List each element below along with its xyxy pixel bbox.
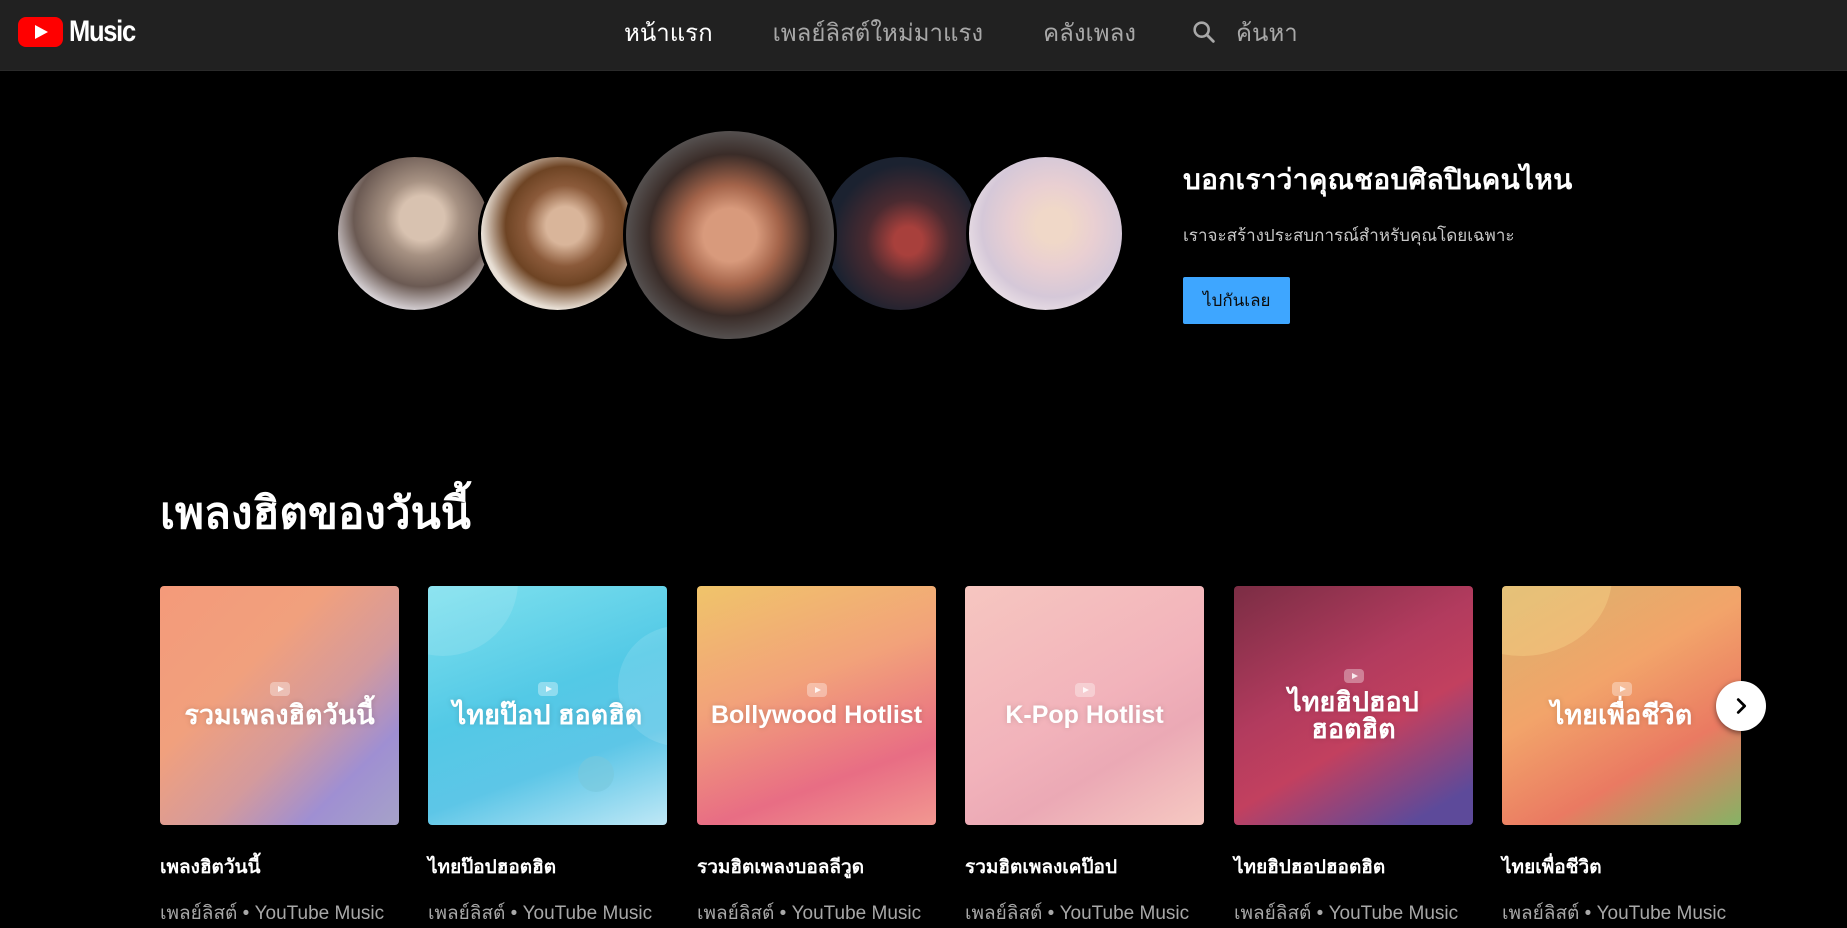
lets-go-button[interactable]: ไปกันเลย: [1183, 277, 1291, 324]
artist-avatar[interactable]: [623, 128, 837, 342]
top-bar: Music หน้าแรก เพลย์ลิสต์ใหม่มาแรง คลังเพ…: [0, 0, 1847, 71]
playlist-title[interactable]: เพลงฮิตวันนี้: [160, 852, 399, 882]
playlist-meta: เพลย์ลิสต์ • YouTube Music: [1234, 903, 1459, 924]
decorative-shape: [1502, 586, 1612, 656]
playlist-title[interactable]: ไทยเพื่อชีวิต: [1502, 852, 1741, 882]
playlist-meta: เพลย์ลิสต์ • YouTube Music: [1502, 903, 1727, 924]
hero-title: บอกเราว่าคุณชอบศิลปินคนไหน: [1183, 164, 1573, 195]
youtube-play-icon: [1074, 683, 1095, 697]
nav-library[interactable]: คลังเพลง: [1043, 13, 1136, 52]
playlist-card[interactable]: ไทยป๊อป ฮอตฮิต ไทยป๊อปฮอตฮิต เพลย์ลิสต์ …: [428, 586, 667, 928]
playlist-thumbnail[interactable]: Bollywood Hotlist: [697, 586, 936, 825]
decorative-shape: [578, 756, 614, 792]
search-icon: [1193, 21, 1215, 43]
thumbnail-title: ไทยเพื่อชีวิต: [1550, 700, 1693, 730]
thumbnail-title: ไทยฮิปฮอป ฮอตฮิต: [1288, 686, 1419, 744]
playlist-card[interactable]: K-Pop Hotlist รวมฮิตเพลงเคป๊อป เพลย์ลิสต…: [965, 586, 1204, 928]
main-nav: หน้าแรก เพลย์ลิสต์ใหม่มาแรง คลังเพลง ค้น…: [624, 0, 1298, 64]
playlist-card[interactable]: ไทยฮิปฮอป ฮอตฮิต ไทยฮิปฮอปฮอตฮิต เพลย์ลิ…: [1234, 586, 1473, 928]
playlist-title[interactable]: ไทยป๊อปฮอตฮิต: [428, 852, 667, 882]
youtube-play-icon: [18, 17, 63, 47]
playlist-title[interactable]: ไทยฮิปฮอปฮอตฮิต: [1234, 852, 1473, 882]
artist-avatar[interactable]: [335, 154, 494, 313]
playlist-meta: เพลย์ลิสต์ • YouTube Music: [428, 903, 653, 924]
logo-text: Music: [69, 15, 136, 48]
search-button[interactable]: ค้นหา: [1190, 13, 1298, 52]
playlist-meta: เพลย์ลิสต์ • YouTube Music: [160, 903, 385, 924]
playlist-carousel: รวมเพลงฮิตวันนี้ เพลงฮิตวันนี้ เพลย์ลิสต…: [160, 586, 1741, 928]
playlist-meta: เพลย์ลิสต์ • YouTube Music: [697, 903, 922, 924]
playlist-title[interactable]: รวมฮิตเพลงเคป๊อป: [965, 852, 1204, 882]
artist-avatar[interactable]: [478, 154, 637, 313]
decorative-shape: [428, 586, 518, 656]
nav-hotlist[interactable]: เพลย์ลิสต์ใหม่มาแรง: [773, 13, 983, 52]
youtube-play-icon: [806, 683, 827, 697]
chevron-right-icon: [1736, 698, 1747, 714]
playlist-meta: เพลย์ลิสต์ • YouTube Music: [965, 903, 1190, 924]
hero-text: บอกเราว่าคุณชอบศิลปินคนไหน เราจะสร้างประ…: [1183, 158, 1743, 324]
hero-subtitle: เราจะสร้างประสบการณ์สำหรับคุณโดยเฉพาะ: [1183, 226, 1515, 245]
playlist-card[interactable]: Bollywood Hotlist รวมฮิตเพลงบอลลีวูด เพล…: [697, 586, 936, 928]
playlist-title[interactable]: รวมฮิตเพลงบอลลีวูด: [697, 852, 936, 882]
playlist-thumbnail[interactable]: ไทยป๊อป ฮอตฮิต: [428, 586, 667, 825]
section-title: เพลงฮิตของวันนี้: [160, 489, 471, 538]
thumbnail-title: K-Pop Hotlist: [1005, 701, 1164, 729]
playlist-thumbnail[interactable]: ไทยเพื่อชีวิต: [1502, 586, 1741, 825]
youtube-play-icon: [1611, 682, 1632, 696]
youtube-play-icon: [1343, 668, 1364, 683]
artist-avatars: [333, 128, 1125, 342]
thumbnail-title: Bollywood Hotlist: [710, 701, 923, 729]
thumbnail-title: รวมเพลงฮิตวันนี้: [184, 700, 375, 730]
nav-home[interactable]: หน้าแรก: [624, 13, 713, 52]
search-label: ค้นหา: [1236, 19, 1298, 47]
artist-avatar[interactable]: [821, 154, 980, 313]
playlist-card[interactable]: ไทยเพื่อชีวิต ไทยเพื่อชีวิต เพลย์ลิสต์ •…: [1502, 586, 1741, 928]
playlist-thumbnail[interactable]: รวมเพลงฮิตวันนี้: [160, 586, 399, 825]
playlist-thumbnail[interactable]: K-Pop Hotlist: [965, 586, 1204, 825]
playlist-thumbnail[interactable]: ไทยฮิปฮอป ฮอตฮิต: [1234, 586, 1473, 825]
youtube-music-logo[interactable]: Music: [18, 14, 147, 50]
youtube-play-icon: [269, 682, 290, 696]
artist-avatar[interactable]: [966, 154, 1125, 313]
carousel-next-button[interactable]: [1716, 681, 1766, 731]
youtube-play-icon: [537, 682, 558, 696]
playlist-card[interactable]: รวมเพลงฮิตวันนี้ เพลงฮิตวันนี้ เพลย์ลิสต…: [160, 586, 399, 928]
